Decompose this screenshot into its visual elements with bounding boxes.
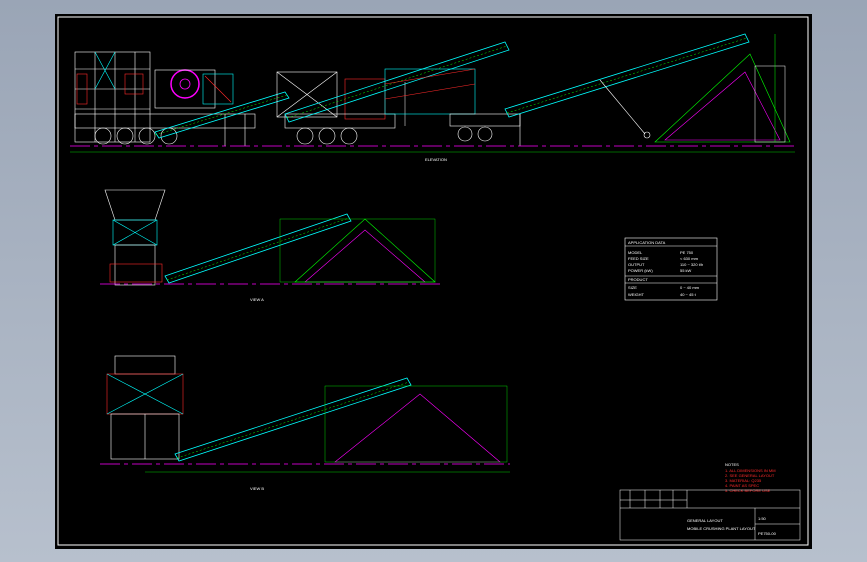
- spec-value: 110 ~ 320 t/h: [680, 262, 703, 267]
- drawing-title: MOBILE CRUSHING PLANT LAYOUT: [687, 526, 756, 531]
- spec-key: POWER (kW): [628, 268, 653, 273]
- drawing-sheet: ELEVATION VIEW A APPLICATION DATA MODEL …: [55, 14, 812, 549]
- side-view-1: VIEW A: [100, 189, 440, 302]
- spec-value: 0 ~ 40 mm: [680, 285, 700, 290]
- elevation-view: ELEVATION: [70, 33, 795, 162]
- drawing-number: PE750-00: [758, 531, 777, 536]
- title-company: GENERAL LAYOUT: [687, 518, 723, 523]
- feeder-structure: [74, 51, 151, 143]
- side1-stockpile: [304, 229, 426, 283]
- side1-conveyor: [164, 213, 352, 284]
- spec-key: SIZE: [628, 285, 637, 290]
- spec-value: < 630 mm: [680, 256, 699, 261]
- spec-key: WEIGHT: [628, 292, 645, 297]
- spec-table-title: APPLICATION DATA: [628, 240, 666, 245]
- side-view-1-label: VIEW A: [250, 297, 264, 302]
- drawing-canvas: ELEVATION VIEW A APPLICATION DATA MODEL …: [57, 16, 809, 546]
- side2-conveyor: [174, 377, 412, 462]
- note-line: 5. CHECK BEFORE USE: [725, 488, 771, 493]
- secondary-crusher: [276, 71, 396, 145]
- crusher-flywheel: [154, 69, 234, 109]
- spec-key: OUTPUT: [628, 262, 645, 267]
- side2-stockpile: [334, 393, 501, 463]
- stacker-conveyor: [504, 33, 750, 139]
- cad-viewport: ELEVATION VIEW A APPLICATION DATA MODEL …: [0, 0, 867, 562]
- notes-title: NOTES: [725, 462, 739, 467]
- drawing-scale: 1:50: [758, 516, 767, 521]
- conveyor-2: [284, 41, 510, 126]
- spec-subtitle: PRODUCT: [628, 277, 648, 282]
- sheet-border: [57, 16, 809, 546]
- elevation-label: ELEVATION: [425, 157, 447, 162]
- spec-table: APPLICATION DATA MODEL PE 750 FEED SIZE …: [624, 237, 718, 301]
- spec-key: FEED SIZE: [628, 256, 649, 261]
- spec-key: MODEL: [628, 250, 643, 255]
- spec-value: 40 ~ 45 t: [680, 292, 697, 297]
- side-view-2-label: VIEW B: [250, 486, 264, 491]
- notes-block: NOTES 1. ALL DIMENSIONS IN MM 2. SEE GEN…: [725, 462, 776, 493]
- spec-value: 55 kW: [680, 268, 692, 273]
- chassis-1: [74, 113, 256, 146]
- spec-value: PE 750: [680, 250, 694, 255]
- side-view-2: VIEW B: [100, 355, 510, 491]
